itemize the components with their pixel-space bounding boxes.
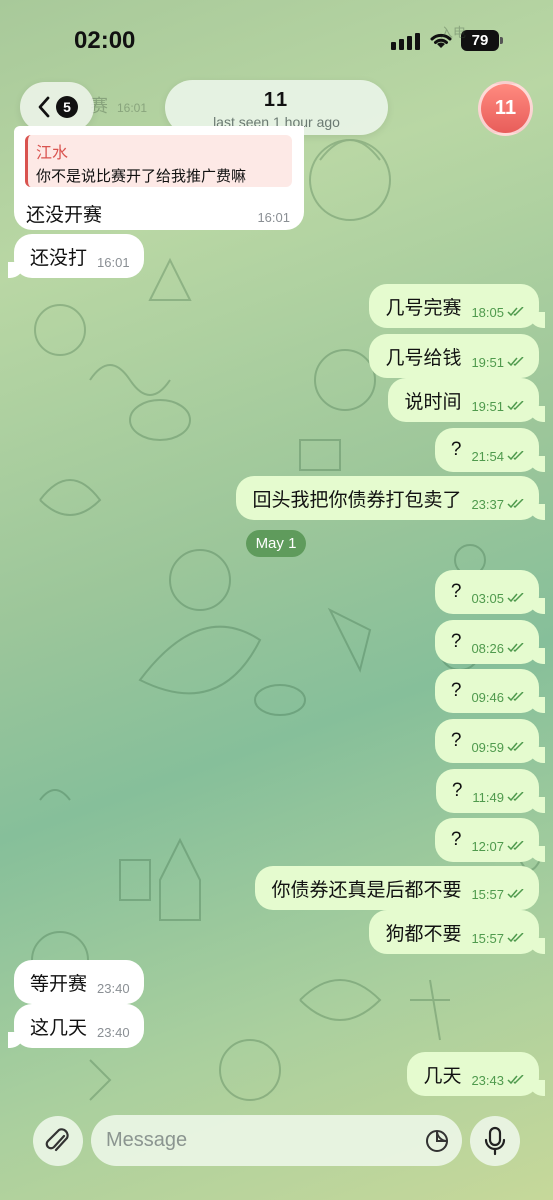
- message-time: 23:43: [471, 1072, 504, 1088]
- message-time: 19:51: [471, 398, 504, 414]
- message-text: ?: [450, 439, 462, 460]
- message-input-field[interactable]: [91, 1115, 462, 1166]
- message-text: ?: [450, 581, 462, 602]
- message-text: ?: [450, 680, 462, 701]
- message-incoming[interactable]: 等开赛 23:40: [14, 960, 144, 1004]
- message-time: 19:51: [471, 354, 504, 370]
- read-checkmarks-icon: [507, 307, 524, 317]
- read-checkmarks-icon: [507, 593, 524, 603]
- message-time: 23:37: [471, 496, 504, 512]
- ghost-time: 16:01: [117, 101, 148, 115]
- voice-record-button[interactable]: [470, 1116, 520, 1166]
- message-time: 03:05: [471, 590, 504, 606]
- message-text: 回头我把你债券打包卖了: [252, 489, 462, 511]
- message-outgoing[interactable]: 几天 23:43: [407, 1052, 545, 1096]
- read-checkmarks-icon: [507, 451, 524, 461]
- message-time: 12:07: [471, 838, 504, 854]
- battery-icon: 79: [461, 30, 503, 51]
- message-text: ?: [451, 780, 463, 801]
- message-outgoing[interactable]: ? 09:46: [434, 669, 546, 713]
- message-text: 还没开赛: [26, 205, 103, 226]
- message-time: 09:59: [471, 739, 504, 755]
- message-time: 23:40: [97, 980, 130, 996]
- chat-name: 11: [263, 89, 290, 111]
- message-text: 等开赛: [30, 973, 88, 995]
- read-checkmarks-icon: [507, 933, 524, 943]
- message-time: 21:54: [471, 448, 504, 464]
- ghost-text-top: 入电: [440, 25, 467, 40]
- message-outgoing[interactable]: 说时间 19:51: [388, 378, 545, 422]
- message-text: 还没打: [30, 247, 88, 269]
- quoted-sender: 江水: [36, 145, 69, 162]
- message-text: ?: [450, 829, 462, 850]
- avatar[interactable]: 11: [478, 81, 533, 136]
- message-time: 16:01: [97, 254, 130, 270]
- message-outgoing[interactable]: 狗都不要 15:57: [369, 910, 545, 954]
- attach-button[interactable]: [33, 1116, 83, 1166]
- message-outgoing[interactable]: ? 21:54: [434, 428, 546, 472]
- message-time: 09:46: [471, 689, 504, 705]
- status-time: 02:00: [74, 27, 136, 54]
- message-outgoing[interactable]: ? 12:07: [434, 818, 546, 862]
- read-checkmarks-icon: [507, 841, 524, 851]
- read-checkmarks-icon: [507, 643, 524, 653]
- message-text: ?: [450, 730, 462, 751]
- read-checkmarks-icon: [507, 792, 524, 802]
- quoted-message[interactable]: 江水 你不是说比赛开了给我推广费嘛: [25, 135, 292, 187]
- message-incoming[interactable]: 还没打 16:01: [8, 234, 144, 278]
- read-checkmarks-icon: [507, 889, 524, 899]
- quoted-text: 你不是说比赛开了给我推广费嘛: [36, 168, 247, 185]
- message-time: 18:05: [471, 304, 504, 320]
- message-time: 11:49: [472, 789, 504, 805]
- message-text: 这几天: [30, 1017, 88, 1039]
- message-incoming[interactable]: 这几天 23:40: [8, 1004, 144, 1048]
- message-input[interactable]: [106, 1129, 406, 1152]
- read-checkmarks-icon: [507, 401, 524, 411]
- message-text: 几天: [423, 1065, 462, 1087]
- read-checkmarks-icon: [507, 499, 524, 509]
- message-outgoing[interactable]: ? 11:49: [435, 769, 546, 813]
- message-outgoing[interactable]: ? 03:05: [434, 570, 546, 614]
- message-time: 08:26: [471, 640, 504, 656]
- message-text: ?: [450, 631, 462, 652]
- status-bar: 02:00 79: [0, 0, 553, 80]
- read-checkmarks-icon: [507, 692, 524, 702]
- message-outgoing[interactable]: 回头我把你债券打包卖了 23:37: [236, 476, 545, 520]
- back-button[interactable]: 5: [20, 82, 94, 132]
- message-text: 几号完赛: [385, 297, 462, 319]
- read-checkmarks-icon: [507, 742, 524, 752]
- message-outgoing[interactable]: 几号给钱 19:51: [369, 334, 539, 378]
- message-time: 15:57: [471, 930, 504, 946]
- message-outgoing[interactable]: 几号完赛 18:05: [369, 284, 545, 328]
- chevron-left-icon: [38, 96, 50, 118]
- message-text: 几号给钱: [385, 347, 462, 369]
- message-text: 你债券还真是后都不要: [271, 879, 462, 901]
- read-checkmarks-icon: [507, 357, 524, 367]
- unread-count-badge: 5: [56, 96, 78, 118]
- message-outgoing[interactable]: ? 08:26: [434, 620, 546, 664]
- date-separator: May 1: [246, 530, 306, 557]
- reply-message-bubble[interactable]: 江水 你不是说比赛开了给我推广费嘛 还没开赛 16:01: [14, 126, 304, 230]
- message-outgoing[interactable]: 你债券还真是后都不要 15:57: [255, 866, 539, 910]
- message-time: 15:57: [471, 886, 504, 902]
- message-text: 说时间: [404, 391, 462, 413]
- message-time: 23:40: [97, 1024, 130, 1040]
- message-text: 狗都不要: [385, 923, 462, 945]
- sticker-icon[interactable]: [424, 1128, 450, 1154]
- cellular-signal-icon: [391, 33, 420, 50]
- paperclip-icon: [45, 1128, 69, 1152]
- message-outgoing[interactable]: ? 09:59: [434, 719, 546, 763]
- message-time: 16:01: [257, 210, 290, 225]
- message-composer: [0, 1112, 553, 1200]
- microphone-icon: [484, 1126, 506, 1156]
- read-checkmarks-icon: [507, 1075, 524, 1085]
